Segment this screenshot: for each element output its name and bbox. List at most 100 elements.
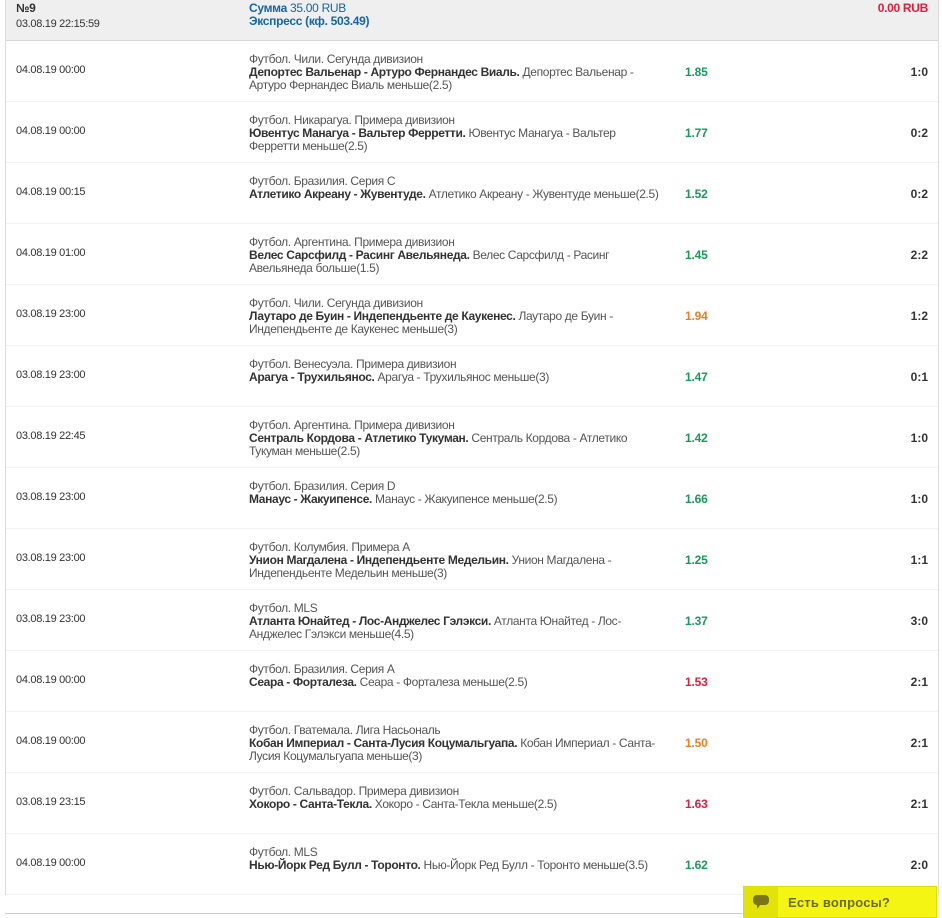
event-bet: Манаус - Жакуипенсе меньше(2.5) — [375, 492, 558, 506]
event-date: 04.08.19 00:00 — [16, 735, 86, 747]
event-match: Атлетико Акреану - Жувентуде. — [249, 187, 426, 201]
event-date: 04.08.19 00:00 — [16, 857, 86, 869]
event-score: 1:0 — [910, 431, 928, 445]
event-description: Футбол. MLS Атланта Юнайтед - Лос-Анджел… — [249, 602, 659, 641]
event-odd: 1.77 — [685, 126, 708, 140]
event-description: Футбол. MLS Нью-Йорк Ред Булл - Торонто.… — [249, 846, 659, 872]
bet-number: №9 — [16, 1, 36, 15]
payout: 0.00 RUB — [877, 1, 929, 15]
bet-events-list: 04.08.19 00:00 Футбол. Чили. Сегунда див… — [6, 41, 938, 895]
event-date: 04.08.19 00:00 — [16, 125, 86, 137]
event-score: 2:1 — [910, 797, 928, 811]
event-score: 1:2 — [910, 309, 928, 323]
event-match: Хокоро - Санта-Текла. — [249, 797, 372, 811]
event-description: Футбол. Сальвадор. Примера дивизион Хоко… — [249, 785, 659, 811]
event-score: 1:1 — [910, 553, 928, 567]
speech-bubble-icon — [744, 887, 778, 917]
chat-help-button[interactable]: Есть вопросы? — [743, 886, 937, 918]
event-date: 03.08.19 22:45 — [16, 430, 86, 442]
event-odd: 1.94 — [685, 309, 708, 323]
event-date: 03.08.19 23:00 — [16, 491, 86, 503]
event-score: 2:2 — [910, 248, 928, 262]
event-description: Футбол. Венесуэла. Примера дивизион Араг… — [249, 358, 659, 384]
table-row: 03.08.19 23:00 Футбол. Чили. Сегунда див… — [6, 285, 938, 346]
table-row: 03.08.19 23:00 Футбол. MLS Атланта Юнайт… — [6, 590, 938, 651]
event-score: 2:1 — [910, 675, 928, 689]
event-odd: 1.66 — [685, 492, 708, 506]
event-bet: Арагуа - Трухильянос меньше(3) — [377, 370, 550, 384]
event-odd: 1.47 — [685, 370, 708, 384]
event-description: Футбол. Аргентина. Примера дивизион Сент… — [249, 419, 659, 458]
bet-sum: Сумма 35.00 RUB — [249, 1, 346, 15]
event-description: Футбол. Бразилия. Серия А Сеара - Фортал… — [249, 663, 659, 689]
sum-label: Сумма — [249, 1, 287, 15]
table-row: 04.08.19 00:15 Футбол. Бразилия. Серия С… — [6, 163, 938, 224]
event-bet: Сеара - Форталеза меньше(2.5) — [359, 675, 528, 689]
bet-datetime: 03.08.19 22:15:59 — [16, 18, 100, 30]
event-match: Унион Магдалена - Индепендьенте Медельин… — [249, 553, 509, 567]
event-match: Ювентус Манагуа - Вальтер Ферретти. — [249, 126, 466, 140]
table-row: 03.08.19 23:00 Футбол. Бразилия. Серия D… — [6, 468, 938, 529]
bet-header: №9 03.08.19 22:15:59 Сумма 35.00 RUB Экс… — [6, 0, 938, 41]
event-description: Футбол. Аргентина. Примера дивизион Веле… — [249, 236, 659, 275]
table-row: 03.08.19 22:45 Футбол. Аргентина. Пример… — [6, 407, 938, 468]
table-row: 03.08.19 23:00 Футбол. Колумбия. Примера… — [6, 529, 938, 590]
event-description: Футбол. Колумбия. Примера А Унион Магдал… — [249, 541, 659, 580]
event-date: 03.08.19 23:15 — [16, 796, 86, 808]
event-score: 0:2 — [910, 187, 928, 201]
bet-slip: №9 03.08.19 22:15:59 Сумма 35.00 RUB Экс… — [5, 0, 939, 895]
event-odd: 1.25 — [685, 553, 708, 567]
event-match: Нью-Йорк Ред Булл - Торонто. — [249, 858, 421, 872]
event-odd: 1.45 — [685, 248, 708, 262]
express-odds: Экспресс (кф. 503.49) — [249, 14, 370, 28]
table-row: 03.08.19 23:15 Футбол. Сальвадор. Пример… — [6, 773, 938, 834]
table-row: 04.08.19 00:00 Футбол. Бразилия. Серия А… — [6, 651, 938, 712]
event-date: 04.08.19 01:00 — [16, 247, 86, 259]
event-date: 03.08.19 23:00 — [16, 613, 86, 625]
event-score: 3:0 — [910, 614, 928, 628]
event-date: 03.08.19 23:00 — [16, 308, 86, 320]
chat-label: Есть вопросы? — [788, 894, 891, 910]
event-odd: 1.62 — [685, 858, 708, 872]
event-score: 2:1 — [910, 736, 928, 750]
event-odd: 1.85 — [685, 65, 708, 79]
event-date: 04.08.19 00:15 — [16, 186, 86, 198]
event-odd: 1.42 — [685, 431, 708, 445]
sum-value: 35.00 RUB — [290, 1, 346, 15]
event-description: Футбол. Чили. Сегунда дивизион Депортес … — [249, 53, 659, 92]
event-match: Сентраль Кордова - Атлетико Тукуман. — [249, 431, 469, 445]
event-match: Велес Сарсфилд - Расинг Авельянеда. — [249, 248, 470, 262]
event-odd: 1.53 — [685, 675, 708, 689]
event-match: Депортес Вальенар - Артуро Фернандес Виа… — [249, 65, 520, 79]
event-odd: 1.63 — [685, 797, 708, 811]
table-row: 03.08.19 23:00 Футбол. Венесуэла. Пример… — [6, 346, 938, 407]
table-row: 04.08.19 00:00 Футбол. Гватемала. Лига Н… — [6, 712, 938, 773]
table-row: 04.08.19 00:00 Футбол. Никарагуа. Пример… — [6, 102, 938, 163]
divider — [5, 913, 745, 914]
event-date: 03.08.19 23:00 — [16, 369, 86, 381]
event-date: 04.08.19 00:00 — [16, 64, 86, 76]
event-score: 2:0 — [910, 858, 928, 872]
event-date: 04.08.19 00:00 — [16, 674, 86, 686]
event-match: Манаус - Жакуипенсе. — [249, 492, 373, 506]
event-bet: Атлетико Акреану - Жувентуде меньше(2.5) — [428, 187, 659, 201]
event-score: 0:1 — [910, 370, 928, 384]
event-score: 0:2 — [910, 126, 928, 140]
event-match: Атланта Юнайтед - Лос-Анджелес Гэлэкси. — [249, 614, 491, 628]
table-row: 04.08.19 00:00 Футбол. Чили. Сегунда див… — [6, 41, 938, 102]
event-bet: Хокоро - Санта-Текла меньше(2.5) — [374, 797, 557, 811]
event-odd: 1.37 — [685, 614, 708, 628]
event-description: Футбол. Бразилия. Серия D Манаус - Жакуи… — [249, 480, 659, 506]
event-odd: 1.50 — [685, 736, 708, 750]
event-description: Футбол. Бразилия. Серия С Атлетико Акреа… — [249, 175, 659, 201]
event-bet: Нью-Йорк Ред Булл - Торонто меньше(3.5) — [423, 858, 649, 872]
event-description: Футбол. Чили. Сегунда дивизион Лаутаро д… — [249, 297, 659, 336]
event-match: Лаутаро де Буин - Индепендьенте де Кауке… — [249, 309, 516, 323]
event-odd: 1.52 — [685, 187, 708, 201]
event-score: 1:0 — [910, 492, 928, 506]
event-description: Футбол. Гватемала. Лига Насьональ Кобан … — [249, 724, 659, 763]
event-match: Арагуа - Трухильянос. — [249, 370, 375, 384]
event-match: Сеара - Форталеза. — [249, 675, 357, 689]
table-row: 04.08.19 01:00 Футбол. Аргентина. Пример… — [6, 224, 938, 285]
event-score: 1:0 — [910, 65, 928, 79]
